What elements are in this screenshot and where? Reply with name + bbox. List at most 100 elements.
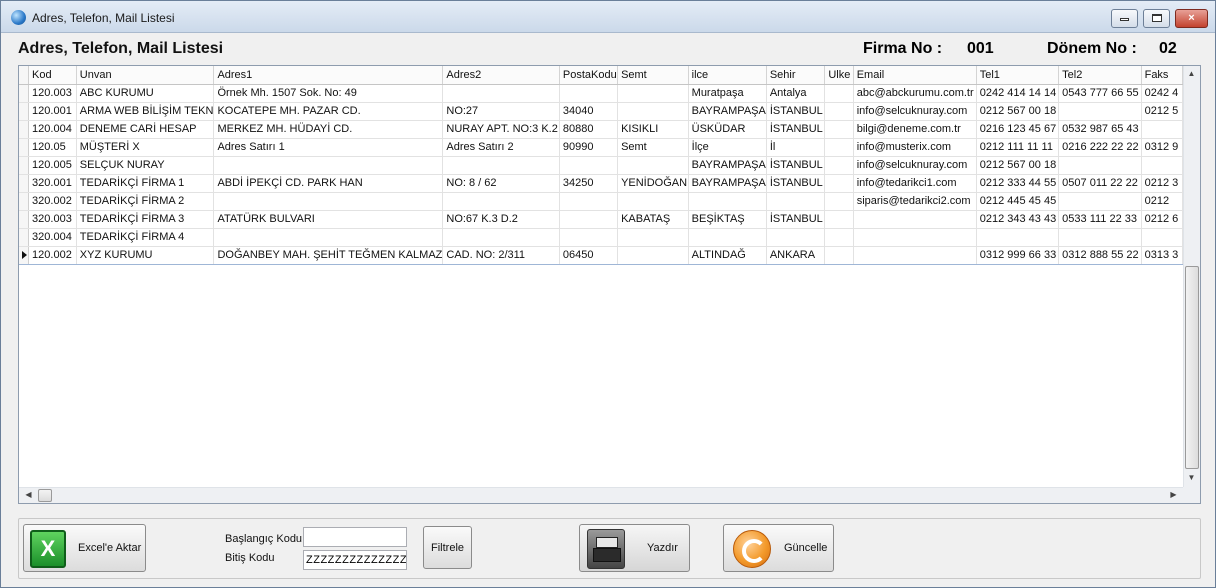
table-cell[interactable]: KOCATEPE MH. PAZAR CD. — [213, 102, 444, 121]
vertical-scroll-thumb[interactable] — [1185, 266, 1199, 469]
table-cell[interactable] — [766, 228, 826, 247]
table-cell[interactable]: NO:27 — [442, 102, 560, 121]
table-cell[interactable] — [617, 84, 689, 103]
table-cell[interactable] — [559, 210, 619, 229]
maximize-button[interactable] — [1143, 9, 1170, 28]
table-cell[interactable]: KISIKLI — [617, 120, 689, 139]
table-cell[interactable]: BAYRAMPAŞA — [688, 102, 767, 121]
row-indicator[interactable] — [19, 228, 30, 247]
table-cell[interactable]: 320.001 — [28, 174, 77, 193]
update-button[interactable]: Güncelle — [723, 524, 834, 572]
table-cell[interactable] — [617, 192, 689, 211]
table-cell[interactable]: Adres Satırı 1 — [213, 138, 444, 157]
table-cell[interactable]: ÜSKÜDAR — [688, 120, 767, 139]
row-indicator[interactable] — [19, 210, 30, 229]
column-header[interactable]: PostaKodu — [559, 66, 619, 85]
table-cell[interactable] — [688, 192, 767, 211]
table-cell[interactable]: ATATÜRK BULVARI — [213, 210, 444, 229]
print-button[interactable]: Yazdır — [579, 524, 690, 572]
table-row[interactable]: 320.001 TEDARİKÇİ FİRMA 1 ABDİ İPEKÇİ CD. … — [19, 174, 1183, 193]
table-cell[interactable]: 0212 445 45 45 — [976, 192, 1060, 211]
table-cell[interactable] — [853, 228, 977, 247]
table-row[interactable]: 120.004 DENEME CARİ HESAP MERKEZ MH. HÜDAY… — [19, 120, 1183, 139]
table-cell[interactable]: İSTANBUL — [766, 210, 826, 229]
table-cell[interactable] — [824, 245, 854, 265]
table-cell[interactable]: 120.05 — [28, 138, 77, 157]
table-cell[interactable]: Muratpaşa — [688, 84, 767, 103]
table-cell[interactable]: BAYRAMPAŞA — [688, 156, 767, 175]
table-cell[interactable]: bilgi@deneme.com.tr — [853, 120, 977, 139]
table-cell[interactable]: 34250 — [559, 174, 619, 193]
table-cell[interactable]: 120.004 — [28, 120, 77, 139]
table-cell[interactable]: DENEME CARİ HESAP — [76, 120, 215, 139]
column-header[interactable]: Adres2 — [442, 66, 560, 85]
table-row[interactable]: 120.05 MÜŞTERİ X Adres Satırı 1 Adres Satır… — [19, 138, 1183, 157]
table-cell[interactable]: 0216 222 22 22 — [1058, 138, 1142, 157]
row-indicator[interactable] — [19, 174, 30, 193]
table-cell[interactable] — [213, 192, 444, 211]
table-cell[interactable] — [559, 192, 619, 211]
column-header[interactable]: Ulke — [824, 66, 854, 85]
table-cell[interactable]: 0312 999 66 33 — [976, 245, 1060, 265]
table-cell[interactable]: 0312 888 55 22 — [1058, 245, 1142, 265]
table-cell[interactable] — [1141, 120, 1183, 139]
table-cell[interactable] — [824, 228, 854, 247]
table-cell[interactable] — [1141, 228, 1183, 247]
table-cell[interactable]: DOĞANBEY MAH. ŞEHİT TEĞMEN KALMAZ — [213, 245, 444, 265]
column-header[interactable]: Sehir — [766, 66, 826, 85]
table-cell[interactable]: 0212 567 00 18 — [976, 102, 1060, 121]
table-cell[interactable]: Örnek Mh. 1507 Sok. No: 49 — [213, 84, 444, 103]
table-cell[interactable]: ARMA WEB BİLİŞİM TEKN — [76, 102, 215, 121]
table-cell[interactable]: 320.004 — [28, 228, 77, 247]
table-cell[interactable] — [824, 138, 854, 157]
row-indicator[interactable] — [19, 245, 30, 265]
table-cell[interactable]: 320.002 — [28, 192, 77, 211]
table-cell[interactable]: 120.003 — [28, 84, 77, 103]
table-cell[interactable]: 120.005 — [28, 156, 77, 175]
table-cell[interactable]: İSTANBUL — [766, 174, 826, 193]
table-cell[interactable]: İl — [766, 138, 826, 157]
data-grid[interactable]: Kod Unvan Adres1 Adres2 PostaKodu Semt ilce Seh… — [18, 65, 1201, 504]
table-row[interactable]: 320.003 TEDARİKÇİ FİRMA 3 ATATÜRK BULVARI N… — [19, 210, 1183, 229]
column-header[interactable]: Semt — [617, 66, 689, 85]
table-cell[interactable]: 90990 — [559, 138, 619, 157]
table-cell[interactable]: İSTANBUL — [766, 120, 826, 139]
export-excel-button[interactable]: X Excel'e Aktar — [23, 524, 146, 572]
table-row[interactable]: 120.002 XYZ KURUMU DOĞANBEY MAH. ŞEHİT TEĞ… — [19, 245, 1183, 265]
table-row[interactable]: 320.002 TEDARİKÇİ FİRMA 2 siparis@tedarikc… — [19, 192, 1183, 211]
table-cell[interactable]: 0212 6 — [1141, 210, 1183, 229]
column-header[interactable]: ilce — [688, 66, 767, 85]
table-cell[interactable]: 0212 333 44 55 — [976, 174, 1060, 193]
table-cell[interactable]: BAYRAMPAŞA — [688, 174, 767, 193]
table-cell[interactable] — [853, 210, 977, 229]
table-cell[interactable]: TEDARİKÇİ FİRMA 4 — [76, 228, 215, 247]
column-header[interactable]: Email — [853, 66, 977, 85]
filter-button[interactable]: Filtrele — [423, 526, 472, 569]
table-cell[interactable]: 0242 414 14 14 — [976, 84, 1060, 103]
scroll-right-icon[interactable]: ▶ — [1166, 490, 1181, 499]
table-cell[interactable] — [442, 192, 560, 211]
table-cell[interactable]: Antalya — [766, 84, 826, 103]
table-cell[interactable]: info@tedarikci1.com — [853, 174, 977, 193]
table-cell[interactable]: ABC KURUMU — [76, 84, 215, 103]
table-row[interactable]: 320.004 TEDARİKÇİ FİRMA 4 — [19, 228, 1183, 247]
table-cell[interactable]: NURAY APT. NO:3 K.2 — [442, 120, 560, 139]
table-cell[interactable]: SELÇUK NURAY — [76, 156, 215, 175]
scroll-left-icon[interactable]: ◀ — [21, 490, 36, 499]
table-cell[interactable]: YENİDOĞAN — [617, 174, 689, 193]
table-cell[interactable] — [824, 210, 854, 229]
start-code-input[interactable] — [303, 527, 407, 547]
table-cell[interactable] — [1058, 102, 1142, 121]
table-cell[interactable] — [213, 156, 444, 175]
table-cell[interactable]: NO: 8 / 62 — [442, 174, 560, 193]
table-cell[interactable] — [617, 228, 689, 247]
table-cell[interactable] — [617, 102, 689, 121]
table-cell[interactable]: 80880 — [559, 120, 619, 139]
table-cell[interactable] — [824, 102, 854, 121]
end-code-input[interactable] — [303, 550, 407, 570]
table-cell[interactable] — [766, 192, 826, 211]
table-cell[interactable] — [1058, 156, 1142, 175]
row-indicator[interactable] — [19, 84, 30, 103]
table-cell[interactable]: 0212 5 — [1141, 102, 1183, 121]
table-cell[interactable]: ABDİ İPEKÇİ CD. PARK HAN — [213, 174, 444, 193]
